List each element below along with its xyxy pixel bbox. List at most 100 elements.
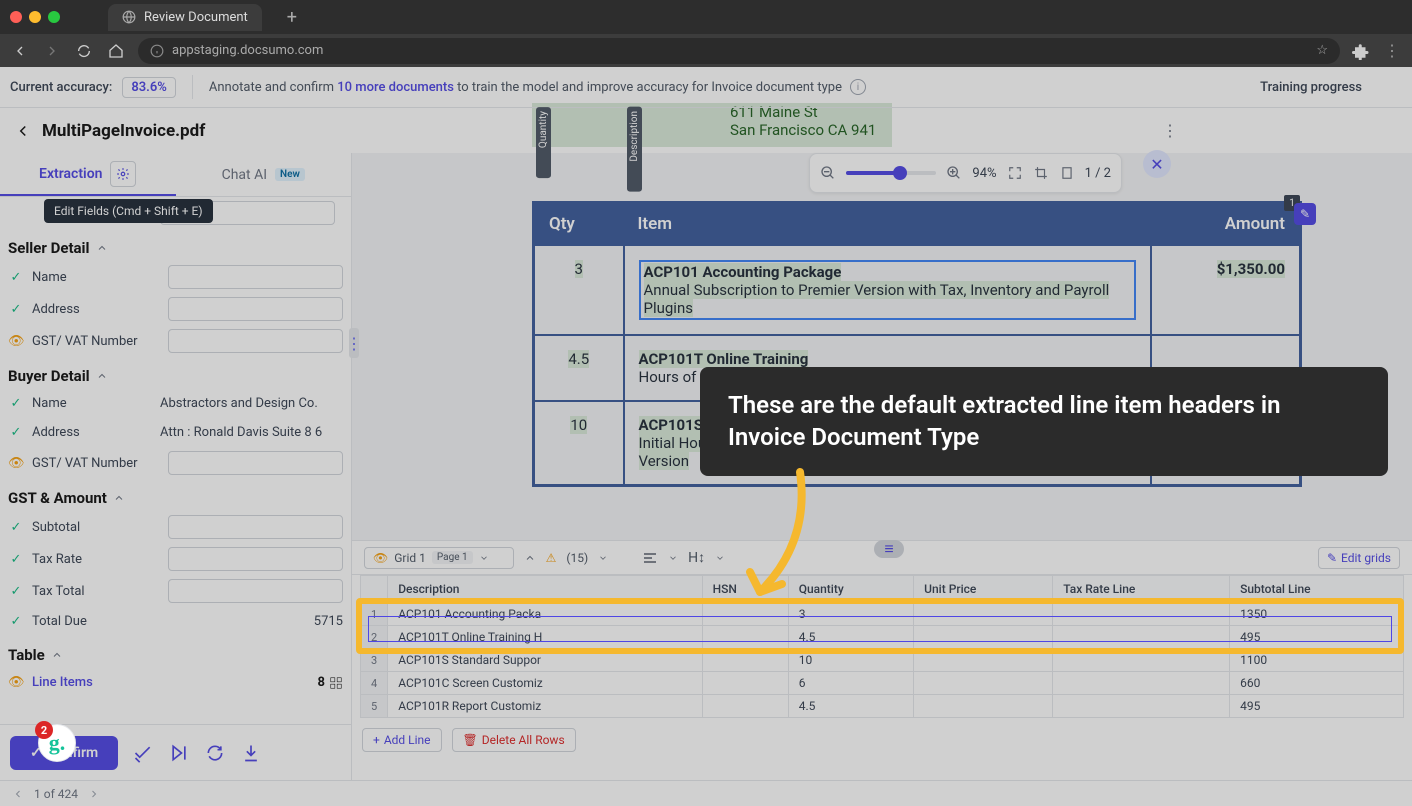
field-input[interactable] xyxy=(168,515,343,539)
section-seller[interactable]: Seller Detail xyxy=(0,229,351,261)
download-icon[interactable] xyxy=(240,742,262,764)
home-button[interactable] xyxy=(106,41,126,61)
more-documents-link[interactable]: 10 more documents xyxy=(337,80,454,95)
field-subtotal: ✓Subtotal xyxy=(0,511,351,543)
check-icon: ✓ xyxy=(8,425,24,440)
page-icon[interactable] xyxy=(1059,165,1075,181)
col-unit-price[interactable]: Unit Price xyxy=(914,576,1053,603)
prev-page-icon[interactable] xyxy=(12,788,24,800)
field-input[interactable] xyxy=(168,297,343,321)
close-panel-icon[interactable]: ✕ xyxy=(1143,150,1171,178)
grid-row[interactable]: 1ACP101 Accounting Packa31350 xyxy=(361,603,1404,626)
chevron-down-icon xyxy=(479,553,489,563)
field-input[interactable] xyxy=(168,547,343,571)
back-arrow-icon[interactable] xyxy=(14,122,32,140)
grid-row[interactable]: 3ACP101S Standard Suppor101100 xyxy=(361,649,1404,672)
section-gst[interactable]: GST & Amount xyxy=(0,479,351,511)
expand-grid-icon[interactable]: ≡ xyxy=(874,540,904,558)
height-icon[interactable]: H↕ xyxy=(688,549,705,566)
column-tag-description[interactable]: Description xyxy=(627,107,642,192)
tab-extraction[interactable]: Extraction xyxy=(0,153,176,196)
chevron-down-icon[interactable] xyxy=(598,553,608,563)
zoom-percent: 94% xyxy=(972,166,996,181)
field-seller-gst: 👁GST/ VAT Number xyxy=(0,325,351,357)
chevron-up-icon[interactable] xyxy=(524,552,536,564)
bookmark-icon[interactable]: ☆ xyxy=(1316,43,1328,58)
back-button[interactable] xyxy=(10,41,30,61)
zoom-out-icon[interactable] xyxy=(820,165,836,181)
close-window-icon[interactable] xyxy=(10,11,22,23)
site-info-icon[interactable] xyxy=(150,44,164,58)
next-page-icon[interactable] xyxy=(88,788,100,800)
edit-fields-tooltip: Edit Fields (Cmd + Shift + E) xyxy=(44,199,213,223)
browser-nav-bar: appstaging.docsumo.com ☆ ⋮ xyxy=(0,34,1412,67)
file-header: MultiPageInvoice.pdf ⋮ xyxy=(0,108,1412,153)
chevron-up-icon xyxy=(96,370,108,382)
address-bar[interactable]: appstaging.docsumo.com ☆ xyxy=(138,38,1340,64)
grid-row[interactable]: 5ACP101R Report Customiz4.5495 xyxy=(361,695,1404,718)
minimize-window-icon[interactable] xyxy=(29,11,41,23)
col-subtotal[interactable]: Subtotal Line xyxy=(1230,576,1404,603)
browser-menu-icon[interactable]: ⋮ xyxy=(1382,41,1402,61)
extensions-icon[interactable] xyxy=(1352,42,1370,60)
col-item: Item xyxy=(624,203,1151,246)
new-tab-button[interactable]: + xyxy=(280,5,304,29)
gear-icon[interactable] xyxy=(110,161,136,187)
edit-grids-button[interactable]: ✎ Edit grids xyxy=(1318,547,1400,569)
grid-selector[interactable]: 👁 Grid 1 Page 1 xyxy=(364,547,514,569)
zoom-in-icon[interactable] xyxy=(946,165,962,181)
col-tax-rate[interactable]: Tax Rate Line xyxy=(1053,576,1230,603)
field-input[interactable] xyxy=(168,451,343,475)
fit-icon[interactable] xyxy=(1007,165,1023,181)
grid-table[interactable]: Description HSN Quantity Unit Price Tax … xyxy=(360,575,1404,718)
chevron-down-icon[interactable] xyxy=(668,553,678,563)
eye-icon: 👁 xyxy=(8,675,24,690)
forward-button[interactable] xyxy=(42,41,62,61)
check-icon: ✓ xyxy=(8,584,24,599)
section-buyer[interactable]: Buyer Detail xyxy=(0,357,351,389)
crop-icon[interactable] xyxy=(1033,165,1049,181)
tab-chat-ai[interactable]: Chat AI New xyxy=(176,153,352,196)
field-input[interactable] xyxy=(168,265,343,289)
field-tax-total: ✓Tax Total xyxy=(0,575,351,607)
grammarly-badge[interactable]: 2 g. xyxy=(38,724,76,762)
file-name: MultiPageInvoice.pdf xyxy=(42,121,205,141)
arrow-icon xyxy=(740,462,840,612)
approve-all-icon[interactable] xyxy=(132,742,154,764)
field-input[interactable] xyxy=(168,329,343,353)
training-progress-label: Training progress xyxy=(1260,80,1362,95)
tutorial-callout: These are the default extracted line ite… xyxy=(700,367,1388,476)
field-seller-address: ✓Address xyxy=(0,293,351,325)
section-table[interactable]: Table xyxy=(0,636,351,668)
edit-table-icon[interactable]: ✎ xyxy=(1294,203,1316,225)
file-menu-icon[interactable]: ⋮ xyxy=(1162,121,1398,140)
align-icon[interactable] xyxy=(642,550,658,566)
grid-row[interactable]: 4ACP101C Screen Customiz6660 xyxy=(361,672,1404,695)
maximize-window-icon[interactable] xyxy=(48,11,60,23)
check-icon: ✓ xyxy=(8,552,24,567)
window-controls[interactable] xyxy=(10,11,60,23)
accuracy-label: Current accuracy: xyxy=(10,80,112,95)
browser-tab[interactable]: Review Document xyxy=(108,4,262,31)
delete-all-button[interactable]: 🗑 Delete All Rows xyxy=(452,728,576,752)
col-description[interactable]: Description xyxy=(388,576,702,603)
skip-icon[interactable] xyxy=(168,742,190,764)
url-text: appstaging.docsumo.com xyxy=(172,43,323,58)
reload-button[interactable] xyxy=(74,41,94,61)
info-icon[interactable]: i xyxy=(850,79,866,95)
col-qty: Qty xyxy=(534,203,624,246)
refresh-icon[interactable] xyxy=(204,742,226,764)
notification-count: 2 xyxy=(35,721,53,739)
zoom-slider[interactable] xyxy=(846,171,936,175)
page-indicator: 1 / 2 xyxy=(1085,166,1111,181)
grid-row[interactable]: 2ACP101T Online Training H4.5495 xyxy=(361,626,1404,649)
pager-text: 1 of 424 xyxy=(34,787,78,801)
tab-title: Review Document xyxy=(144,10,248,25)
field-input[interactable] xyxy=(168,579,343,603)
add-line-button[interactable]: + Add Line xyxy=(362,728,442,752)
resize-handle-icon[interactable]: ⋮ xyxy=(349,328,359,358)
warning-icon: ⚠ xyxy=(546,551,557,565)
field-line-items[interactable]: 👁Line Items8 xyxy=(0,668,351,697)
chevron-down-icon[interactable] xyxy=(715,553,725,563)
column-tag-quantity[interactable]: Quantity xyxy=(536,107,551,178)
